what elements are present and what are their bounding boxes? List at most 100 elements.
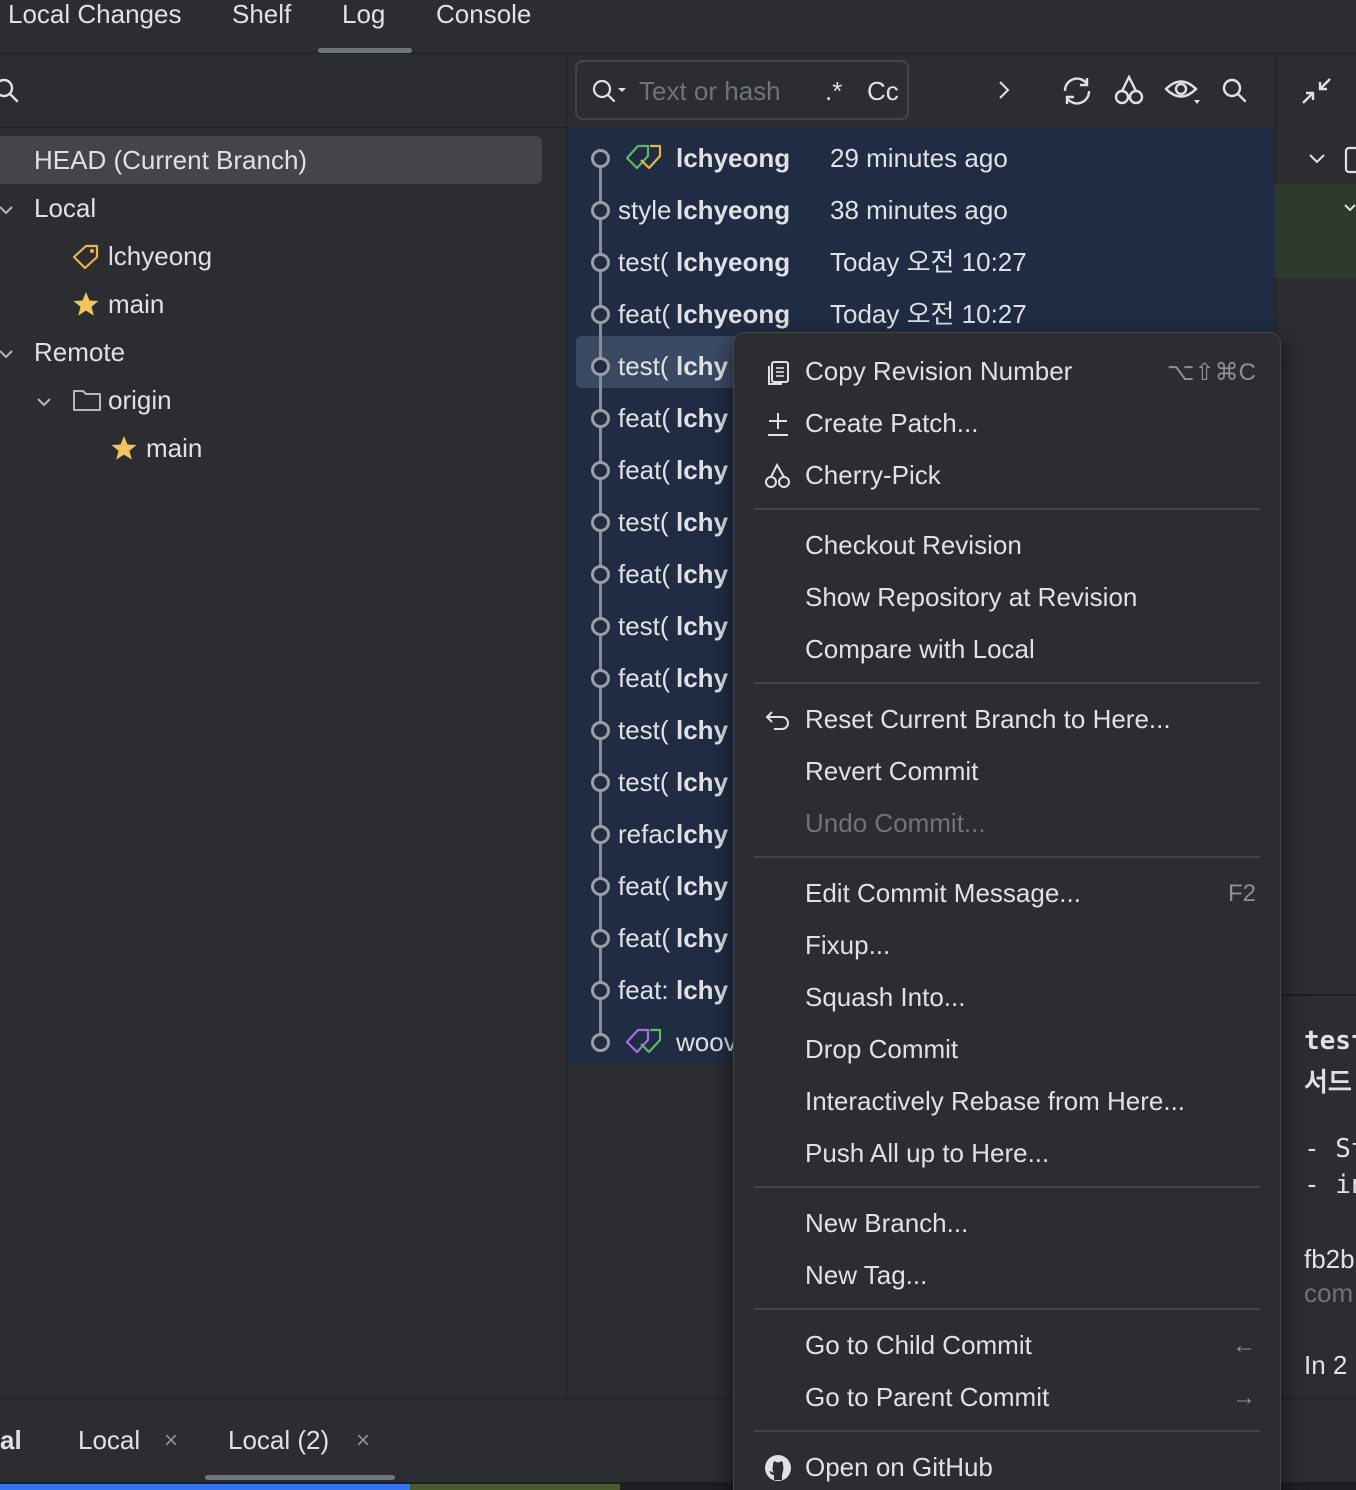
menu-item-revert-commit[interactable]: Revert Commit xyxy=(734,746,1282,798)
menu-item-label: Cherry-Pick xyxy=(805,460,941,490)
menu-item-go-parent[interactable]: Go to Parent Commit → xyxy=(734,1372,1282,1424)
log-search-input[interactable]: Text or hash .* Cc xyxy=(575,60,909,120)
progress-strip-blue xyxy=(0,1484,410,1490)
search-placeholder: Text or hash xyxy=(639,76,781,106)
menu-item-label: Interactively Rebase from Here... xyxy=(805,1086,1186,1116)
tab-local-2[interactable]: Local (2) xyxy=(228,1425,329,1456)
tab-log[interactable]: Log xyxy=(342,0,385,30)
branch-group-remote[interactable]: Remote xyxy=(34,328,125,376)
menu-item-label: New Tag... xyxy=(805,1260,928,1290)
commit-message: feat: xyxy=(618,975,669,1005)
tab-shelf[interactable]: Shelf xyxy=(232,0,291,30)
chevron-down-icon[interactable] xyxy=(1343,202,1356,214)
menu-item-drop-commit[interactable]: Drop Commit xyxy=(734,1024,1282,1076)
commit-message: feat( xyxy=(618,923,671,953)
menu-item-push-all[interactable]: Push All up to Here... xyxy=(734,1128,1282,1180)
chevron-down-icon[interactable] xyxy=(1308,152,1326,166)
menu-item-copy-revision[interactable]: Copy Revision Number ⌥⇧⌘C xyxy=(734,346,1282,398)
commit-author: lchy xyxy=(676,819,729,849)
commit-author: lchy xyxy=(676,767,729,797)
commit-row[interactable]: style lchyeong 38 minutes ago xyxy=(568,184,1274,236)
tab-console[interactable]: Console xyxy=(436,0,531,30)
menu-item-new-tag[interactable]: New Tag... xyxy=(734,1250,1282,1302)
commit-date: 29 minutes ago xyxy=(830,143,1008,173)
branches-search-bar[interactable] xyxy=(0,54,567,128)
search-icon[interactable] xyxy=(591,78,629,104)
search-icon[interactable] xyxy=(1222,78,1248,104)
tag-icon xyxy=(72,244,100,270)
commit-message: feat( xyxy=(618,559,671,589)
commit-author: lchy xyxy=(676,455,729,485)
commit-node xyxy=(591,461,610,480)
menu-item-undo-commit: Undo Commit... xyxy=(734,798,1282,850)
menu-item-open-github[interactable]: Open on GitHub xyxy=(734,1442,1282,1490)
cherry-pick-icon[interactable] xyxy=(1114,74,1144,106)
search-icon[interactable] xyxy=(0,78,20,104)
menu-item-edit-message[interactable]: Edit Commit Message... F2 xyxy=(734,868,1282,920)
commit-node xyxy=(591,1033,610,1052)
commit-message: test( xyxy=(618,247,669,277)
menu-item-create-patch[interactable]: Create Patch... xyxy=(734,398,1282,450)
commit-author: lchy xyxy=(676,923,729,953)
chevron-down-icon[interactable] xyxy=(0,346,14,362)
commit-row[interactable]: test(lchyeong Today 오전 10:27 xyxy=(568,236,1274,288)
commit-node xyxy=(591,409,610,428)
commit-node xyxy=(591,617,610,636)
branches-panel: HEAD (Current Branch) Local lchyeong mai… xyxy=(0,54,567,1398)
progress-strip-green xyxy=(410,1484,620,1490)
chevron-down-icon[interactable] xyxy=(0,202,14,218)
branch-label: main xyxy=(108,289,165,319)
branch-group-local[interactable]: Local xyxy=(34,184,96,232)
commit-node xyxy=(591,565,610,584)
menu-item-interactive-rebase[interactable]: Interactively Rebase from Here... xyxy=(734,1076,1282,1128)
chevron-down-icon[interactable] xyxy=(36,394,52,410)
match-case-toggle[interactable]: Cc xyxy=(867,76,899,107)
close-icon[interactable]: × xyxy=(356,1427,370,1455)
menu-item-go-child[interactable]: Go to Child Commit ← xyxy=(734,1320,1282,1372)
commit-node xyxy=(591,825,610,844)
close-icon[interactable]: × xyxy=(164,1427,178,1455)
menu-separator xyxy=(754,1430,1260,1432)
commit-message: test( xyxy=(618,767,669,797)
menu-item-label: Checkout Revision xyxy=(805,530,1022,560)
collapse-icon[interactable] xyxy=(1300,76,1334,106)
commit-node xyxy=(591,513,610,532)
menu-item-label: Compare with Local xyxy=(805,634,1035,664)
contained-in-branches: In 2 xyxy=(1304,1350,1348,1380)
menu-item-cherry-pick[interactable]: Cherry-Pick xyxy=(734,450,1282,502)
menu-item-squash[interactable]: Squash Into... xyxy=(734,972,1282,1024)
menu-separator xyxy=(754,1308,1260,1310)
menu-item-show-repository[interactable]: Show Repository at Revision xyxy=(734,572,1282,624)
commit-hash[interactable]: fb2b xyxy=(1304,1244,1355,1275)
chevron-right-icon[interactable] xyxy=(996,80,1012,100)
commit-author: lchy xyxy=(676,507,729,537)
star-icon xyxy=(110,435,138,461)
tab-local-changes[interactable]: Local Changes xyxy=(8,0,181,30)
menu-item-label: Open on GitHub xyxy=(805,1452,993,1482)
menu-item-compare-local[interactable]: Compare with Local xyxy=(734,624,1282,676)
eye-icon[interactable] xyxy=(1164,76,1202,106)
commit-message: test( xyxy=(618,351,669,381)
regex-toggle[interactable]: .* xyxy=(825,76,842,107)
commit-node xyxy=(591,773,610,792)
menu-item-fixup[interactable]: Fixup... xyxy=(734,920,1282,972)
patch-icon xyxy=(764,410,792,438)
menu-item-label: Create Patch... xyxy=(805,408,979,438)
refresh-icon[interactable] xyxy=(1060,76,1094,106)
menu-separator xyxy=(754,1186,1260,1188)
commit-row[interactable]: lchyeong 29 minutes ago xyxy=(568,132,1274,184)
commit-author: lchy xyxy=(676,351,729,381)
menu-item-reset-branch[interactable]: Reset Current Branch to Here... xyxy=(734,694,1282,746)
commit-author: lchy xyxy=(676,403,729,433)
tab-partial[interactable]: al xyxy=(0,1425,22,1456)
menu-item-checkout-revision[interactable]: Checkout Revision xyxy=(734,520,1282,572)
tab-local[interactable]: Local xyxy=(78,1425,140,1456)
menu-item-new-branch[interactable]: New Branch... xyxy=(734,1198,1282,1250)
menu-item-label: Edit Commit Message... xyxy=(805,878,1081,908)
menu-item-label: Show Repository at Revision xyxy=(805,582,1138,612)
menu-item-label: Squash Into... xyxy=(805,982,966,1012)
commit-node xyxy=(591,721,610,740)
branch-head[interactable]: HEAD (Current Branch) xyxy=(34,136,307,184)
committer-info: com xyxy=(1304,1278,1354,1308)
menu-separator xyxy=(754,682,1260,684)
